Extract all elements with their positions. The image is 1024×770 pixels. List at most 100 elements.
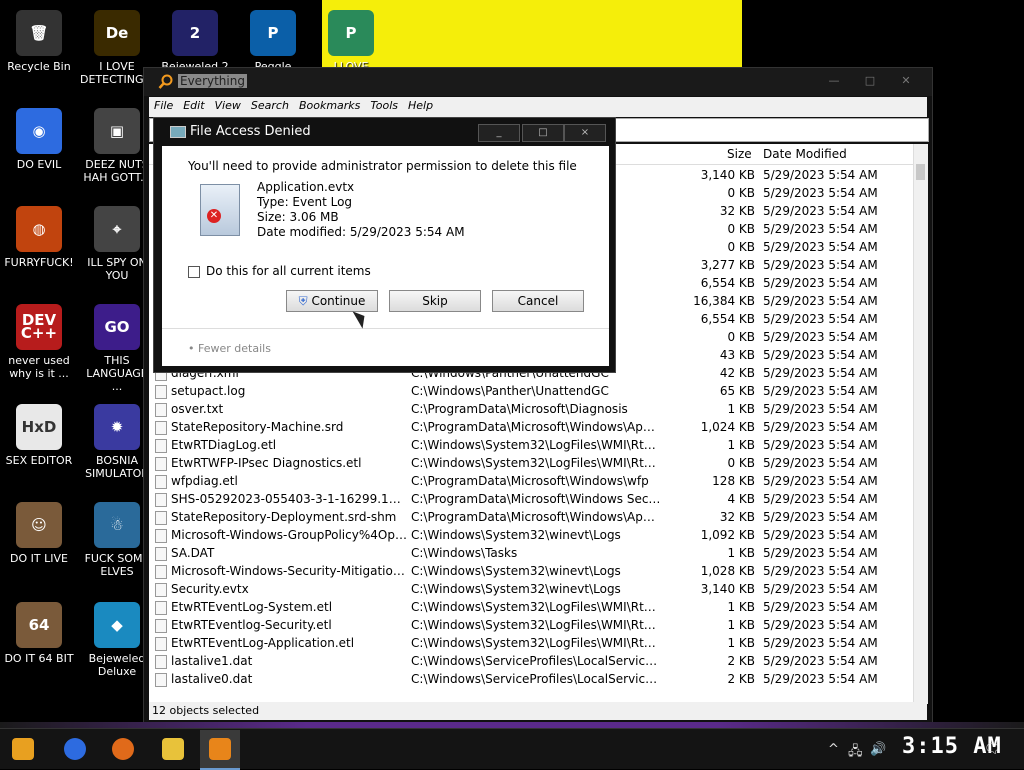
- table-row[interactable]: SHS-05292023-055403-3-1-16299.15.amd64f.…: [149, 490, 913, 508]
- size-cell: 6,554 KB: [700, 276, 755, 290]
- desktop-icon-image: 🗑: [16, 10, 62, 56]
- menu-file[interactable]: File: [149, 97, 178, 114]
- everything-taskbar-icon[interactable]: [209, 738, 231, 760]
- vertical-scrollbar[interactable]: [913, 144, 928, 704]
- desktop-icon[interactable]: DEV C++ never used why is it ...: [2, 304, 76, 380]
- dialog-close-button[interactable]: ×: [564, 124, 606, 142]
- table-row[interactable]: wfpdiag.etl C:\ProgramData\Microsoft\Wind…: [149, 472, 913, 490]
- column-size[interactable]: Size: [727, 147, 752, 161]
- chrome-taskbar-icon[interactable]: [64, 738, 86, 760]
- table-row[interactable]: StateRepository-Deployment.srd-shm C:\Pro…: [149, 508, 913, 526]
- date-cell: 5/29/2023 5:54 AM: [763, 672, 878, 686]
- file-icon: [155, 637, 167, 651]
- close-button[interactable]: ✕: [888, 74, 924, 87]
- dialog-message: You'll need to provide administrator per…: [188, 159, 577, 173]
- path-cell: C:\ProgramData\Microsoft\Windows Securit…: [411, 492, 661, 506]
- file-date: Date modified: 5/29/2023 5:54 AM: [257, 225, 465, 239]
- network-icon[interactable]: 🖧: [848, 742, 863, 764]
- desktop-icon[interactable]: ☺ DO IT LIVE: [2, 502, 76, 565]
- table-row[interactable]: osver.txt C:\ProgramData\Microsoft\Diagno…: [149, 400, 913, 418]
- menu-bookmarks[interactable]: Bookmarks: [294, 97, 365, 114]
- action-center-icon[interactable]: 🗨: [984, 742, 1001, 757]
- table-row[interactable]: lastalive0.dat C:\Windows\ServiceProfiles…: [149, 670, 913, 688]
- file-name-cell: EtwRTEventLog-Application.etl: [171, 636, 355, 650]
- scroll-thumb[interactable]: [916, 164, 925, 180]
- explorer-taskbar-icon[interactable]: [162, 738, 184, 760]
- menu-help[interactable]: Help: [403, 97, 438, 114]
- desktop-icon-image: P: [250, 10, 296, 56]
- table-row[interactable]: EtwRTWFP-IPsec Diagnostics.etl C:\Windows…: [149, 454, 913, 472]
- path-cell: C:\Windows\System32\LogFiles\WMI\RtBacku…: [411, 636, 661, 650]
- table-row[interactable]: Security.evtx C:\Windows\System32\winevt\…: [149, 580, 913, 598]
- desktop-icon[interactable]: ◉ DO EVIL: [2, 108, 76, 171]
- size-cell: 6,554 KB: [700, 312, 755, 326]
- date-cell: 5/29/2023 5:54 AM: [763, 510, 878, 524]
- dialog-separator: [162, 328, 609, 329]
- apply-all-checkbox[interactable]: [188, 265, 200, 278]
- menu-edit[interactable]: Edit: [178, 97, 209, 114]
- desktop-icon-image: ☺: [16, 502, 62, 548]
- status-text: 12 objects selected: [152, 704, 260, 717]
- fewer-details-toggle[interactable]: • Fewer details: [188, 342, 271, 355]
- menu-search[interactable]: Search: [246, 97, 294, 114]
- desktop-icon-image: GO: [94, 304, 140, 350]
- dialog-titlebar[interactable]: File Access Denied _ □ ×: [154, 118, 615, 146]
- size-cell: 32 KB: [719, 204, 755, 218]
- column-date-modified[interactable]: Date Modified: [763, 147, 847, 161]
- volume-icon[interactable]: 🔊: [870, 742, 886, 757]
- dialog-maximize-button[interactable]: □: [522, 124, 564, 142]
- table-row[interactable]: EtwRTEventLog-System.etl C:\Windows\Syste…: [149, 598, 913, 616]
- date-cell: 5/29/2023 5:54 AM: [763, 330, 878, 344]
- cancel-button[interactable]: Cancel: [492, 290, 584, 312]
- file-name-cell: EtwRTEventlog-Security.etl: [171, 618, 332, 632]
- desktop-icon[interactable]: 2Bejeweled 2: [158, 10, 232, 73]
- table-row[interactable]: lastalive1.dat C:\Windows\ServiceProfiles…: [149, 652, 913, 670]
- apply-all-checkbox-row[interactable]: Do this for all current items: [188, 264, 371, 278]
- apply-all-label: Do this for all current items: [206, 264, 371, 278]
- file-icon: [155, 583, 167, 597]
- table-row[interactable]: SA.DAT C:\Windows\Tasks 1 KB 5/29/2023 5:54…: [149, 544, 913, 562]
- table-row[interactable]: Microsoft-Windows-GroupPolicy%4Operation…: [149, 526, 913, 544]
- desktop-icon[interactable]: HxD SEX EDITOR: [2, 404, 76, 467]
- table-row[interactable]: EtwRTEventLog-Application.etl C:\Windows\…: [149, 634, 913, 652]
- menu-view[interactable]: View: [210, 97, 246, 114]
- size-cell: 1,028 KB: [700, 564, 755, 578]
- date-cell: 5/29/2023 5:54 AM: [763, 258, 878, 272]
- size-cell: 1,092 KB: [700, 528, 755, 542]
- file-icon: [155, 655, 167, 669]
- skip-button[interactable]: Skip: [389, 290, 481, 312]
- status-bar: 12 objects selected: [149, 702, 927, 720]
- file-info: Application.evtx Type: Event Log Size: 3…: [257, 180, 465, 240]
- file-name-cell: StateRepository-Deployment.srd-shm: [171, 510, 397, 524]
- path-cell: C:\ProgramData\Microsoft\Windows\wfp: [411, 474, 649, 488]
- table-row[interactable]: EtwRTDiagLog.etl C:\Windows\System32\LogF…: [149, 436, 913, 454]
- table-row[interactable]: EtwRTEventlog-Security.etl C:\Windows\Sys…: [149, 616, 913, 634]
- start-taskbar-icon[interactable]: [12, 738, 34, 760]
- desktop-icon[interactable]: 🗑 Recycle Bin: [2, 10, 76, 73]
- date-cell: 5/29/2023 5:54 AM: [763, 528, 878, 542]
- tray-overflow-icon[interactable]: ^: [828, 742, 839, 757]
- size-cell: 1 KB: [727, 546, 755, 560]
- error-icon: ✕: [207, 209, 221, 223]
- desktop-icon[interactable]: PLLOVE: [314, 10, 388, 73]
- file-name-cell: Microsoft-Windows-Security-Mitigations%4…: [171, 564, 407, 578]
- desktop-icon[interactable]: ◍ FURRYFUCK!: [2, 206, 76, 269]
- dialog-minimize-button[interactable]: _: [478, 124, 520, 142]
- file-name-cell: lastalive1.dat: [171, 654, 253, 668]
- firefox-taskbar-icon[interactable]: [112, 738, 134, 760]
- file-name-cell: StateRepository-Machine.srd: [171, 420, 344, 434]
- minimize-button[interactable]: —: [816, 74, 852, 87]
- everything-titlebar[interactable]: Everything — □ ✕: [144, 68, 932, 96]
- maximize-button[interactable]: □: [852, 74, 888, 87]
- desktop-icon-image: P: [328, 10, 374, 56]
- desktop-icon-image: 2: [172, 10, 218, 56]
- desktop-icon[interactable]: 64 DO IT 64 BIT: [2, 602, 76, 665]
- menu-tools[interactable]: Tools: [365, 97, 403, 114]
- size-cell: 128 KB: [712, 474, 755, 488]
- table-row[interactable]: setupact.log C:\Windows\Panther\UnattendG…: [149, 382, 913, 400]
- continue-button[interactable]: ⛨ Continue: [286, 290, 378, 312]
- file-icon: [155, 565, 167, 579]
- table-row[interactable]: Microsoft-Windows-Security-Mitigations%4…: [149, 562, 913, 580]
- table-row[interactable]: StateRepository-Machine.srd C:\ProgramDat…: [149, 418, 913, 436]
- date-cell: 5/29/2023 5:54 AM: [763, 546, 878, 560]
